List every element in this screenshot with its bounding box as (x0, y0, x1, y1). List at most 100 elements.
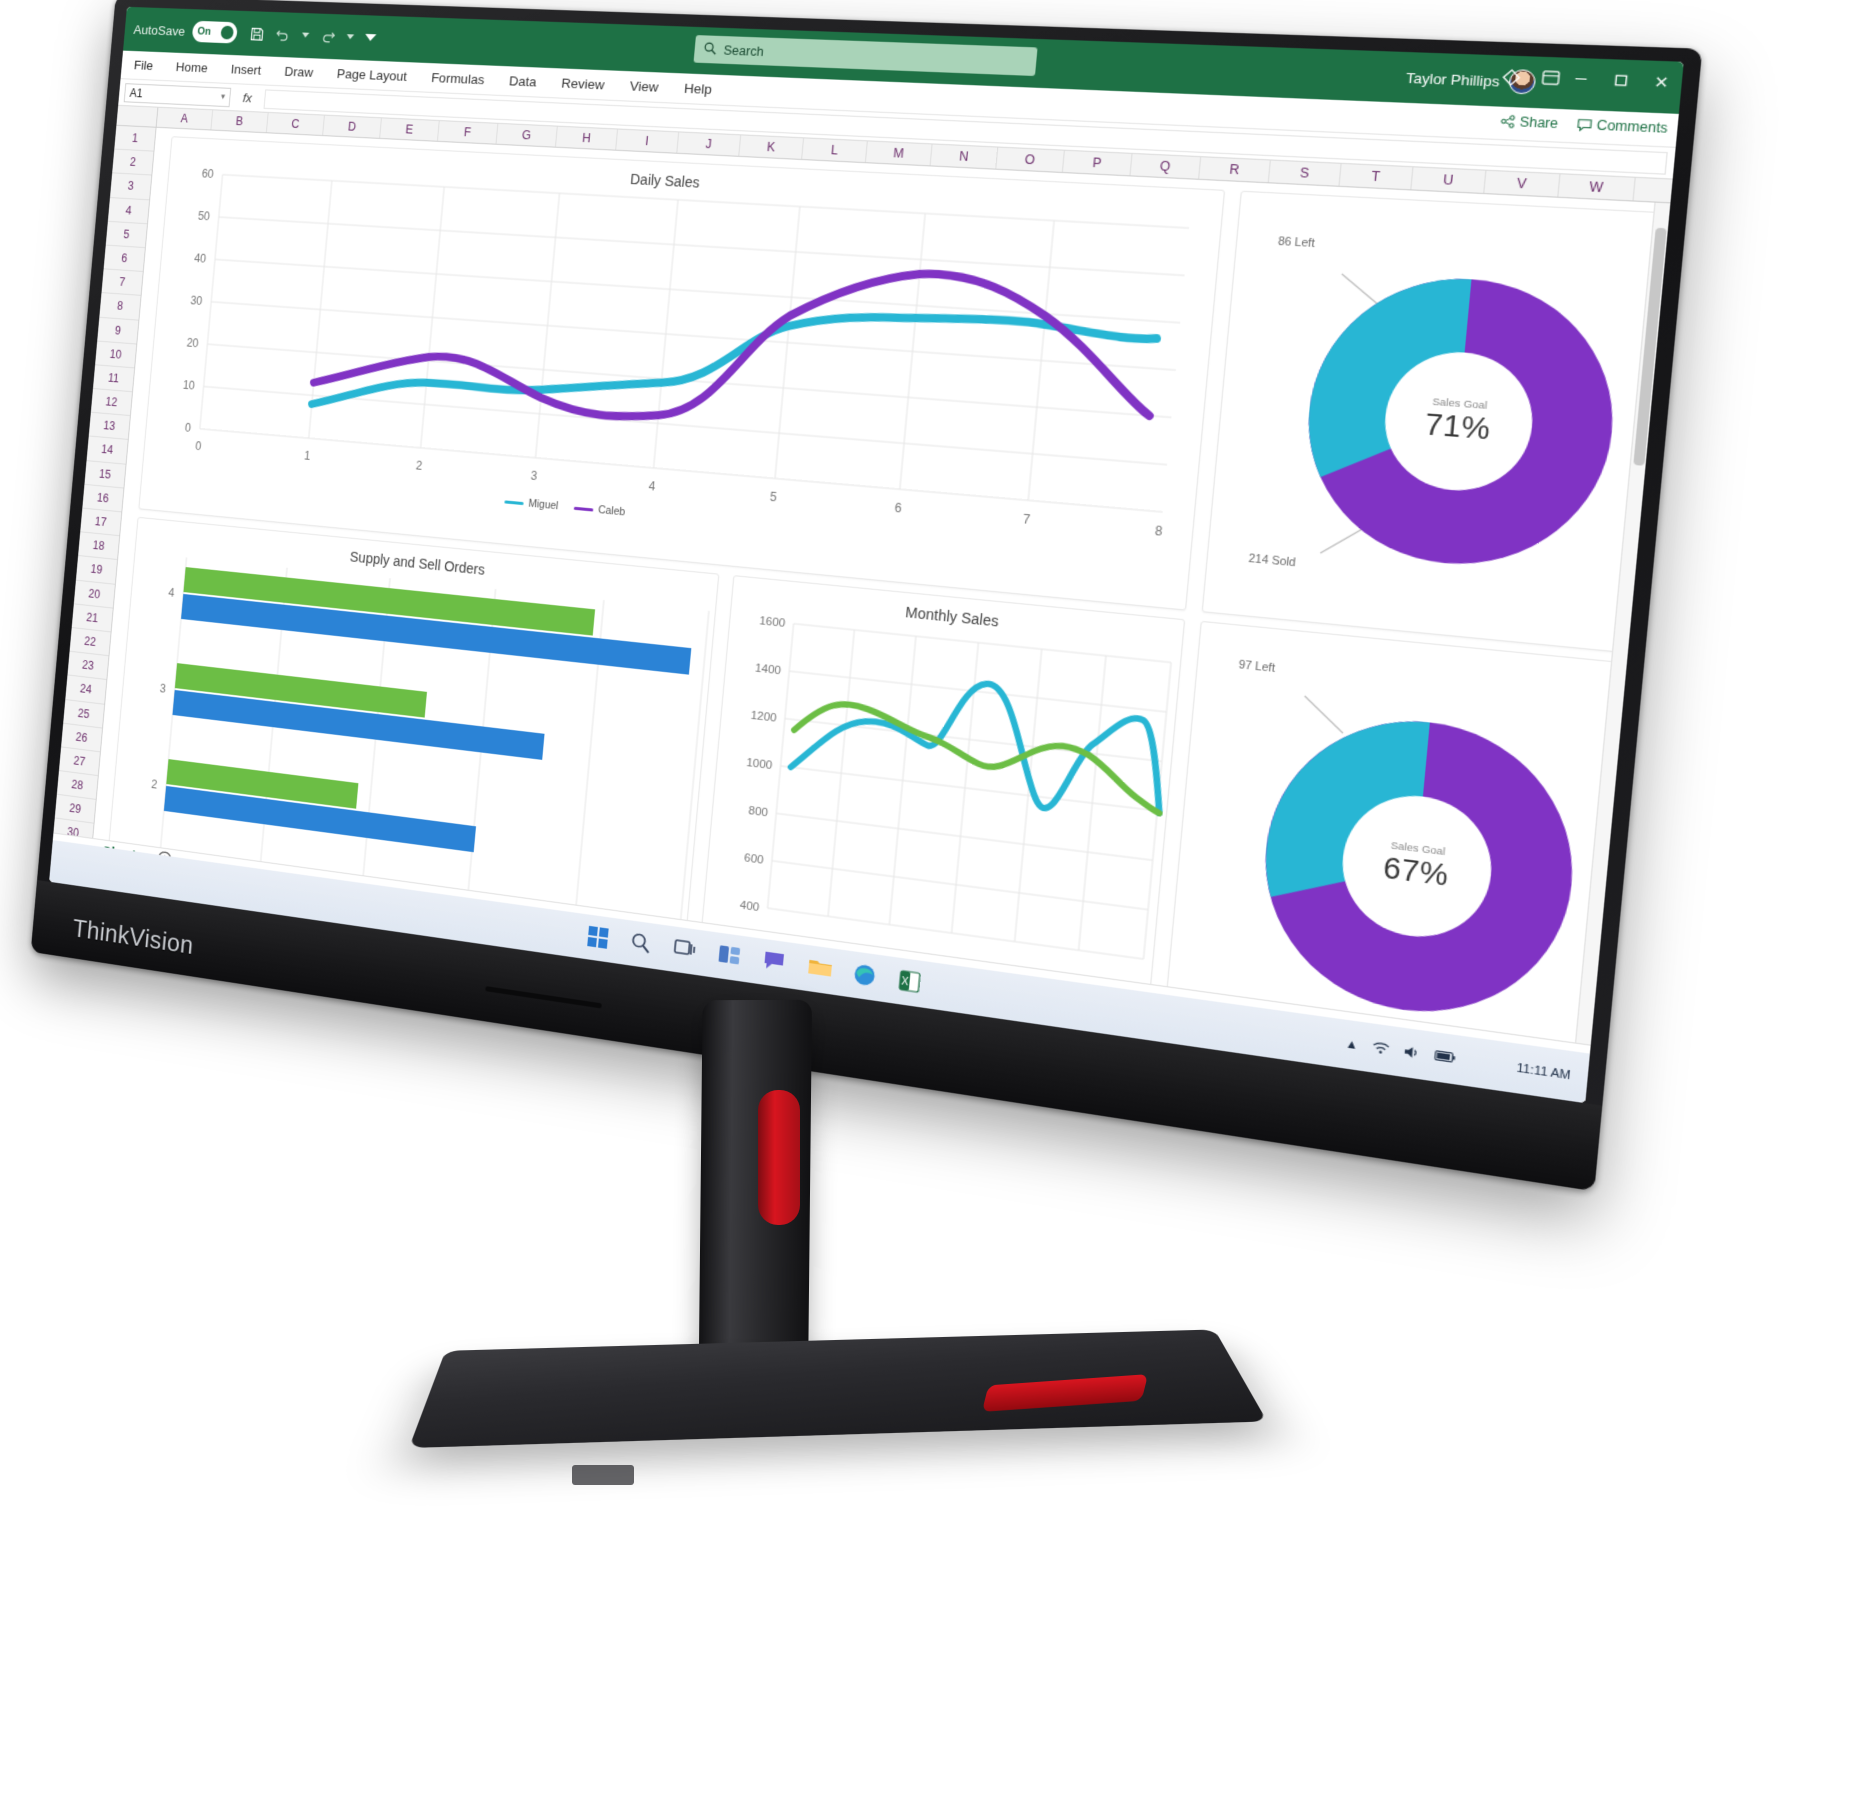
autosave-control[interactable]: AutoSave On (133, 19, 238, 44)
row-header-13[interactable]: 13 (88, 412, 130, 441)
autosave-toggle[interactable]: On (191, 20, 238, 44)
row-header-7[interactable]: 7 (101, 269, 143, 297)
save-icon[interactable] (248, 25, 265, 42)
column-header-d[interactable]: D (323, 115, 382, 138)
excel-taskbar-icon[interactable]: X (898, 968, 926, 997)
ribbon-tab-home[interactable]: Home (175, 59, 208, 75)
name-box[interactable]: A1 ▾ (123, 82, 232, 107)
column-header-b[interactable]: B (211, 110, 269, 133)
system-tray: ▲ (1345, 1036, 1456, 1068)
column-header-p[interactable]: P (1062, 150, 1133, 176)
svg-text:600: 600 (744, 852, 765, 867)
wifi-icon[interactable] (1371, 1040, 1390, 1059)
column-header-j[interactable]: J (677, 132, 742, 156)
share-button[interactable]: Share (1500, 113, 1559, 131)
row-header-10[interactable]: 10 (95, 341, 137, 369)
name-box-value: A1 (129, 85, 144, 100)
maximize-button[interactable] (1612, 73, 1630, 92)
column-header-g[interactable]: G (496, 123, 558, 147)
search-icon (703, 41, 717, 58)
customize-quick-access-icon[interactable] (364, 33, 377, 42)
column-header-w[interactable]: W (1558, 174, 1636, 201)
svg-text:1: 1 (304, 450, 311, 463)
redo-icon[interactable] (319, 29, 336, 44)
chevron-down-icon[interactable]: ▾ (221, 91, 226, 102)
select-all-corner[interactable] (116, 105, 159, 127)
row-header-1[interactable]: 1 (114, 125, 156, 152)
diamond-subscribe-icon[interactable] (1501, 69, 1521, 90)
edge-browser-icon[interactable] (852, 962, 879, 991)
row-header-14[interactable]: 14 (86, 436, 128, 465)
row-header-3[interactable]: 3 (109, 173, 152, 200)
row-header-4[interactable]: 4 (107, 197, 150, 224)
window-controls (1572, 71, 1670, 93)
column-header-h[interactable]: H (555, 126, 619, 150)
ribbon-tab-formulas[interactable]: Formulas (431, 70, 485, 87)
column-header-n[interactable]: N (930, 144, 999, 169)
start-button[interactable] (586, 925, 612, 953)
user-name: Taylor Phillips (1405, 69, 1501, 90)
svg-text:3: 3 (530, 470, 538, 483)
ribbon-tab-insert[interactable]: Insert (230, 62, 262, 78)
legend-swatch-miguel (504, 499, 524, 505)
column-header-s[interactable]: S (1268, 160, 1342, 186)
task-view-icon[interactable] (673, 937, 699, 965)
ribbon-tab-help[interactable]: Help (683, 81, 712, 97)
row-header-15[interactable]: 15 (84, 460, 126, 489)
stand-red-accent (758, 1090, 800, 1225)
row-header-8[interactable]: 8 (99, 293, 141, 321)
row-header-2[interactable]: 2 (112, 149, 154, 176)
teams-chat-icon[interactable] (761, 949, 788, 977)
undo-icon[interactable] (275, 27, 292, 42)
search-box[interactable]: Search (693, 35, 1038, 77)
row-header-11[interactable]: 11 (92, 365, 135, 393)
column-header-m[interactable]: M (865, 141, 933, 166)
ribbon-tab-review[interactable]: Review (561, 76, 605, 93)
column-header-v[interactable]: V (1484, 170, 1561, 197)
ribbon-tab-draw[interactable]: Draw (284, 64, 314, 80)
column-header-o[interactable]: O (996, 147, 1065, 172)
row-header-9[interactable]: 9 (97, 317, 139, 345)
svg-text:60: 60 (201, 168, 214, 181)
close-button[interactable] (1652, 74, 1670, 93)
column-header-a[interactable]: A (156, 107, 214, 130)
battery-icon[interactable] (1433, 1049, 1456, 1068)
insert-function-button[interactable]: fx (235, 90, 260, 106)
base-brand-badge (572, 1465, 634, 1485)
redo-dropdown-icon[interactable] (346, 34, 354, 40)
ribbon-display-options-icon[interactable] (1541, 70, 1561, 91)
column-header-k[interactable]: K (739, 135, 805, 159)
svg-text:4: 4 (168, 587, 176, 600)
volume-icon[interactable] (1403, 1044, 1421, 1063)
column-header-q[interactable]: Q (1130, 153, 1202, 179)
undo-dropdown-icon[interactable] (301, 32, 309, 38)
column-header-l[interactable]: L (802, 138, 868, 163)
column-header-t[interactable]: T (1339, 163, 1414, 190)
widgets-icon[interactable] (717, 943, 743, 971)
taskbar-clock[interactable]: 11:11 AM (1516, 1062, 1571, 1083)
ribbon-tab-page-layout[interactable]: Page Layout (336, 66, 407, 84)
file-explorer-icon[interactable] (806, 956, 833, 984)
taskbar-search-icon[interactable] (629, 931, 655, 959)
column-header-r[interactable]: R (1199, 157, 1271, 183)
svg-text:0: 0 (184, 422, 191, 435)
ribbon-tab-view[interactable]: View (629, 78, 659, 94)
svg-text:10: 10 (182, 380, 195, 393)
row-header-12[interactable]: 12 (90, 389, 133, 417)
quick-access-toolbar (248, 25, 377, 46)
row-header-5[interactable]: 5 (105, 221, 148, 249)
ribbon-tab-file[interactable]: File (133, 58, 153, 73)
chart-panel-sales-goal-71[interactable]: 86 Left 214 Sold Sales Goal 71% (1201, 190, 1671, 656)
minimize-button[interactable] (1572, 71, 1589, 90)
ribbon-tab-data[interactable]: Data (508, 73, 537, 89)
row-header-6[interactable]: 6 (103, 245, 145, 273)
column-header-c[interactable]: C (266, 112, 325, 136)
column-header-i[interactable]: I (616, 129, 680, 153)
monitor-bezel: AutoSave On Search Taylor Phillips File … (30, 0, 1703, 1192)
column-header-e[interactable]: E (380, 118, 440, 141)
column-header-u[interactable]: U (1411, 167, 1487, 194)
tray-expand-icon[interactable]: ▲ (1345, 1038, 1359, 1053)
svg-text:5: 5 (769, 491, 777, 505)
svg-text:6: 6 (894, 502, 902, 516)
column-header-f[interactable]: F (437, 121, 499, 144)
